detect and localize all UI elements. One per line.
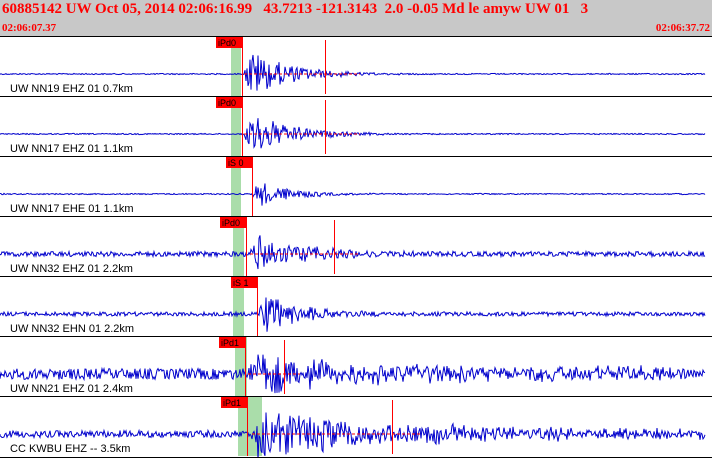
trace-panel: iS 1 UW NN32 EHN 01 2.2km	[0, 276, 712, 336]
station-label: UW NN21 EHZ 01 2.4km	[10, 383, 133, 395]
event-title: 60885142 UW Oct 05, 2014 02:06:16.99 43.…	[2, 1, 589, 17]
pick-label: iS 1	[233, 278, 249, 288]
pick-label: iPd0	[218, 38, 236, 48]
station-label: UW NN17 EHZ 01 1.1km	[10, 143, 133, 155]
header-bar: 60885142 UW Oct 05, 2014 02:06:16.99 43.…	[0, 0, 712, 36]
trace-panel: iS 0 UW NN17 EHE 01 1.1km	[0, 156, 712, 216]
station-label: UW NN32 EHZ 01 2.2km	[10, 263, 133, 275]
trace-panel: iPd1 UW NN21 EHZ 01 2.4km	[0, 336, 712, 396]
trace-panel: iPd1 CC KWBU EHZ -- 3.5km	[0, 396, 712, 458]
trace-panel: iPd0 UW NN17 EHZ 01 1.1km	[0, 96, 712, 156]
pick-label: iPd1	[223, 398, 241, 408]
pick-label: iS 0	[228, 158, 244, 168]
end-time: 02:06:37.72	[655, 22, 710, 34]
pick-label: iPd0	[222, 218, 240, 228]
station-label: CC KWBU EHZ -- 3.5km	[10, 443, 130, 455]
station-label: UW NN17 EHE 01 1.1km	[10, 203, 133, 215]
seismogram-stack: iPd0 UW NN19 EHZ 01 0.7km iPd0 UW NN17 EHZ …	[0, 36, 712, 458]
station-label: UW NN19 EHZ 01 0.7km	[10, 83, 133, 95]
start-time: 02:06:07.37	[2, 22, 57, 34]
station-label: UW NN32 EHN 01 2.2km	[10, 323, 134, 335]
pick-label: iPd0	[218, 98, 236, 108]
trace-panel: iPd0 UW NN32 EHZ 01 2.2km	[0, 216, 712, 276]
trace-panel: iPd0 UW NN19 EHZ 01 0.7km	[0, 36, 712, 96]
pick-label: iPd1	[221, 338, 239, 348]
